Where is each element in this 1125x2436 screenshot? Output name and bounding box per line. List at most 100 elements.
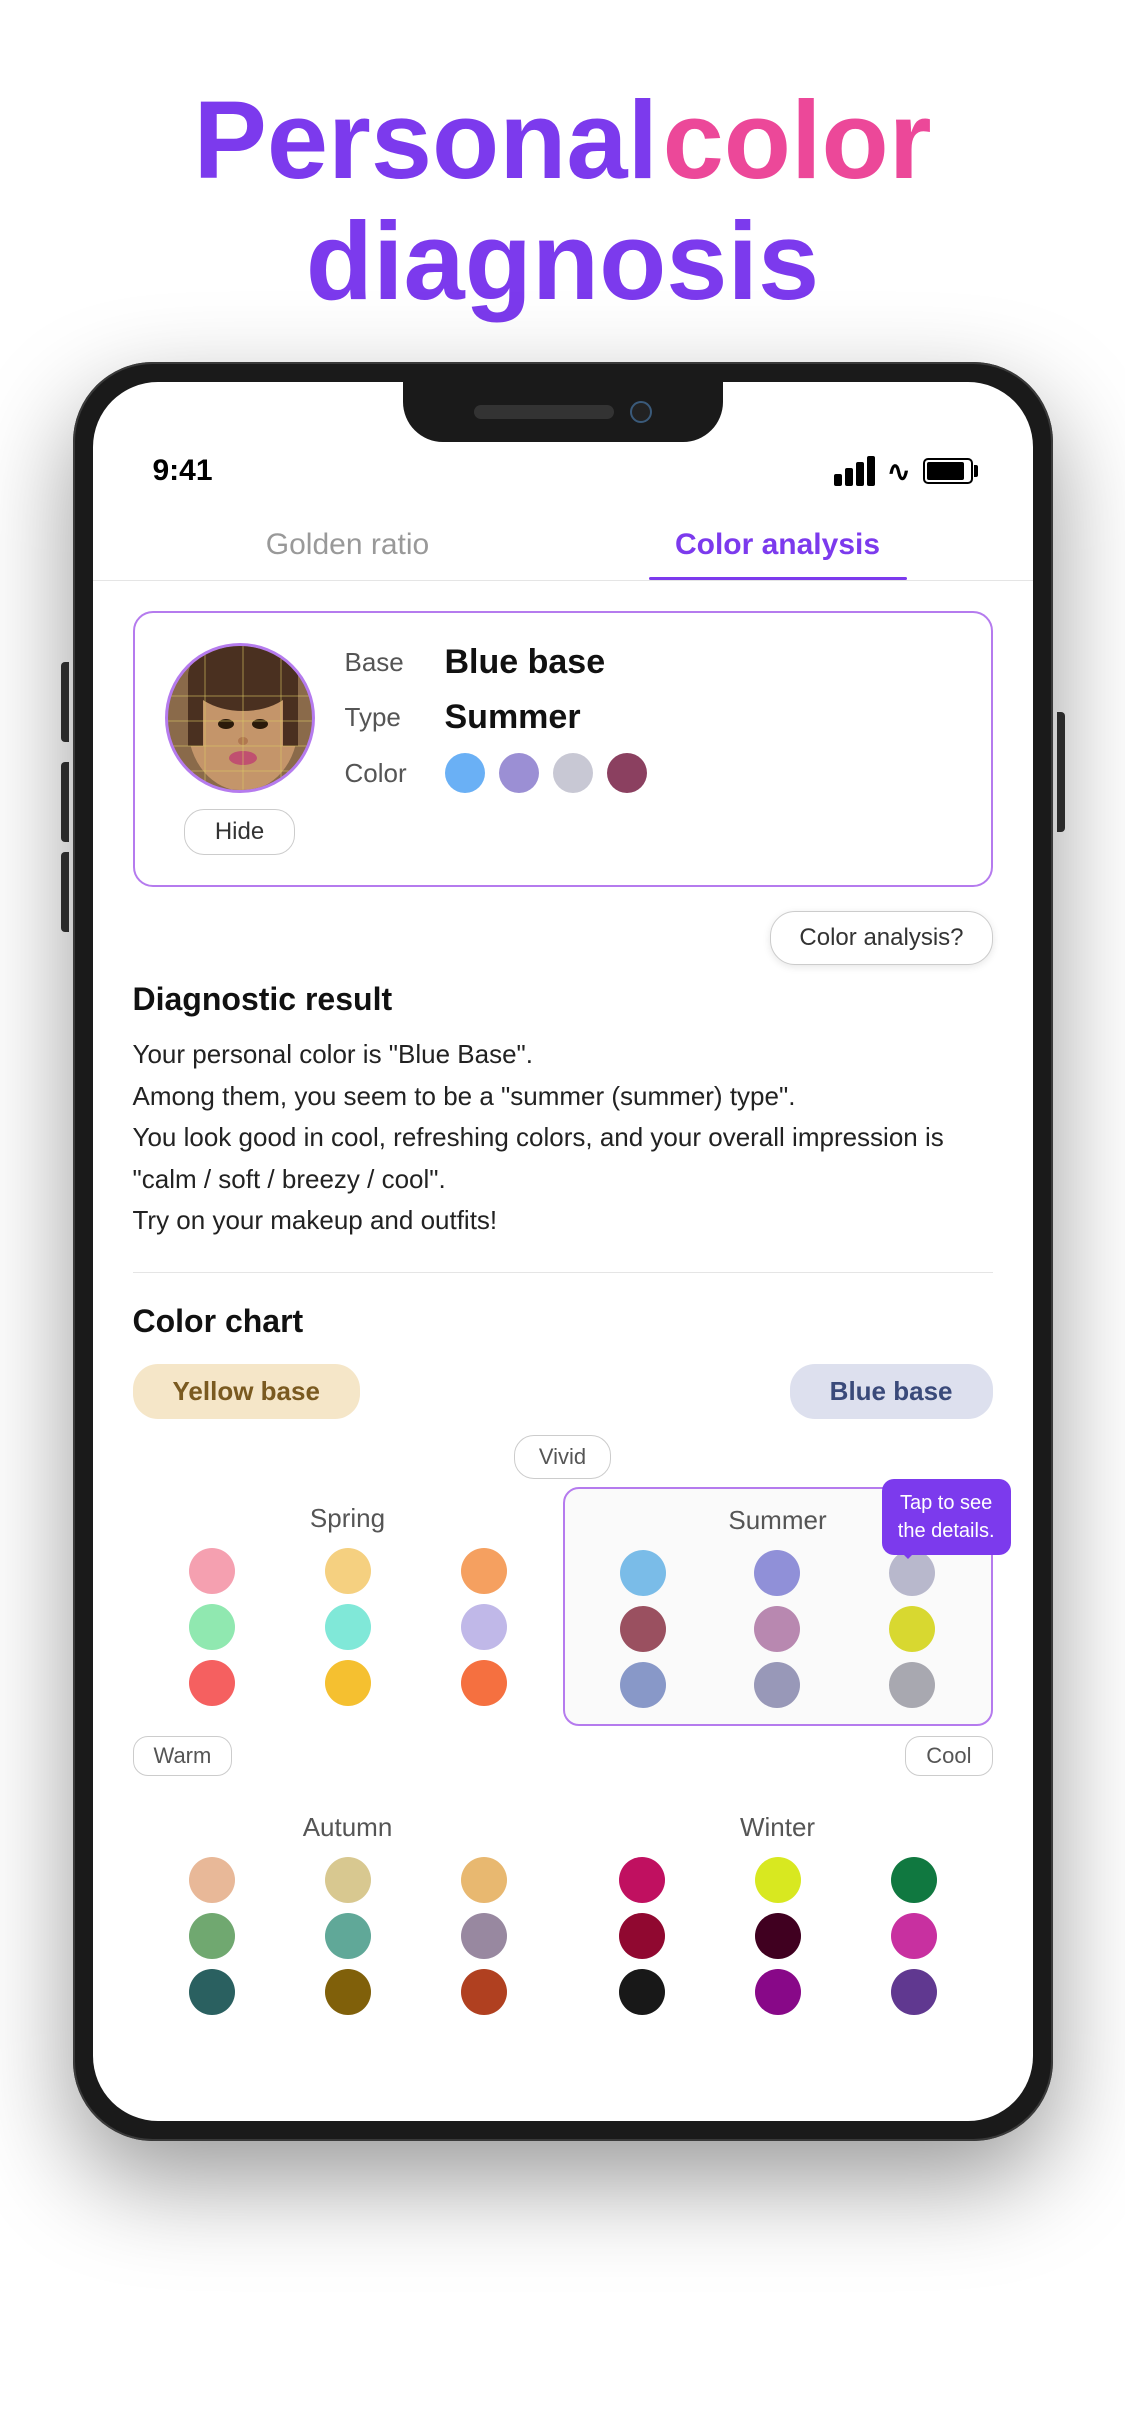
avatar-image (168, 646, 315, 793)
phone-frame: 9:41 ∿ Golden ratio (73, 362, 1053, 2141)
notch-camera (630, 401, 652, 423)
autumn-dot-2 (325, 1857, 371, 1903)
summer-dot-6 (889, 1606, 935, 1652)
summer-dot-4 (620, 1606, 666, 1652)
seasons-grid-2: Autumn (133, 1796, 993, 2031)
summer-dot-7 (620, 1662, 666, 1708)
summer-dot-8 (754, 1662, 800, 1708)
cool-label: Cool (905, 1736, 992, 1776)
info-row-color: Color (345, 753, 961, 793)
season-summer[interactable]: Tap to seethe details. Summer (563, 1487, 993, 1726)
page-header: Personal color diagnosis (0, 0, 1125, 362)
tab-color-analysis[interactable]: Color analysis (563, 508, 993, 580)
title-color: color (663, 79, 932, 202)
hide-button[interactable]: Hide (184, 809, 295, 855)
autumn-dot-5 (325, 1913, 371, 1959)
tap-tooltip: Tap to seethe details. (882, 1479, 1011, 1555)
status-time: 9:41 (153, 454, 213, 488)
summer-dot-5 (754, 1606, 800, 1652)
winter-name: Winter (579, 1812, 977, 1843)
signal-bars-icon (834, 456, 875, 486)
axis-row: Warm Cool (133, 1726, 993, 1786)
summer-dot-1 (620, 1550, 666, 1596)
spring-dot-8 (325, 1660, 371, 1706)
winter-dot-8 (755, 1969, 801, 2015)
winter-dot-4 (619, 1913, 665, 1959)
season-winter: Winter (563, 1796, 993, 2031)
season-autumn: Autumn (133, 1796, 563, 2031)
diagnostic-section-title: Diagnostic result (133, 981, 993, 1018)
info-row-base: Base Blue base (345, 643, 961, 682)
seasons-grid: Spring (133, 1487, 993, 1726)
vivid-wrapper: Vivid (133, 1435, 993, 1479)
autumn-dot-1 (189, 1857, 235, 1903)
type-label: Type (345, 702, 425, 733)
base-labels: Yellow base Blue base (133, 1364, 993, 1419)
color-dot-1 (445, 753, 485, 793)
spring-dot-2 (325, 1548, 371, 1594)
warm-label: Warm (133, 1736, 233, 1776)
tab-bar: Golden ratio Color analysis (93, 508, 1033, 581)
tab-golden-ratio[interactable]: Golden ratio (133, 508, 563, 580)
diagnostic-text: Your personal color is "Blue Base". Amon… (133, 1034, 993, 1242)
avatar-section: Hide (165, 643, 315, 855)
spring-dot-3 (461, 1548, 507, 1594)
base-label: Base (345, 647, 425, 678)
color-dot-2 (499, 753, 539, 793)
autumn-dot-4 (189, 1913, 235, 1959)
color-dots (445, 753, 647, 793)
winter-dot-5 (755, 1913, 801, 1959)
info-row-type: Type Summer (345, 698, 961, 737)
autumn-dot-6 (461, 1913, 507, 1959)
summer-dot-9 (889, 1662, 935, 1708)
winter-dot-6 (891, 1913, 937, 1959)
spring-dots (149, 1548, 547, 1706)
autumn-dot-3 (461, 1857, 507, 1903)
color-dot-3 (553, 753, 593, 793)
autumn-dot-7 (189, 1969, 235, 2015)
autumn-name: Autumn (149, 1812, 547, 1843)
notch (403, 382, 723, 442)
autumn-dots (149, 1857, 547, 2015)
autumn-dot-9 (461, 1969, 507, 2015)
winter-dot-7 (619, 1969, 665, 2015)
result-card: Hide Base Blue base Type Summer Color (133, 611, 993, 887)
spring-dot-6 (461, 1604, 507, 1650)
autumn-dot-8 (325, 1969, 371, 2015)
type-value: Summer (445, 698, 581, 737)
winter-dot-3 (891, 1857, 937, 1903)
screen-content: Hide Base Blue base Type Summer Color (93, 581, 1033, 2121)
season-spring: Spring (133, 1487, 563, 1726)
winter-dot-9 (891, 1969, 937, 2015)
divider (133, 1272, 993, 1273)
title-diagnosis: diagnosis (306, 200, 819, 323)
color-analysis-button[interactable]: Color analysis? (770, 911, 992, 965)
spring-dot-7 (189, 1660, 235, 1706)
avatar (165, 643, 315, 793)
color-dot-4 (607, 753, 647, 793)
winter-dots (579, 1857, 977, 2015)
base-value: Blue base (445, 643, 606, 682)
battery-icon (923, 458, 973, 484)
spring-dot-4 (189, 1604, 235, 1650)
vivid-label: Vivid (514, 1435, 611, 1479)
result-info: Base Blue base Type Summer Color (345, 643, 961, 809)
notch-speaker (474, 405, 614, 419)
summer-dot-2 (754, 1550, 800, 1596)
yellow-base-label: Yellow base (133, 1364, 360, 1419)
spring-name: Spring (149, 1503, 547, 1534)
blue-base-label: Blue base (790, 1364, 993, 1419)
title-personal: Personal (193, 79, 658, 202)
wifi-icon: ∿ (887, 455, 910, 488)
phone-wrapper: 9:41 ∿ Golden ratio (0, 362, 1125, 2141)
spring-dot-9 (461, 1660, 507, 1706)
color-chart-title: Color chart (133, 1303, 993, 1340)
spring-dot-5 (325, 1604, 371, 1650)
phone-screen: 9:41 ∿ Golden ratio (93, 382, 1033, 2121)
winter-dot-1 (619, 1857, 665, 1903)
spring-dot-1 (189, 1548, 235, 1594)
status-right: ∿ (834, 455, 972, 488)
analysis-btn-wrapper: Color analysis? (133, 911, 993, 965)
winter-dot-2 (755, 1857, 801, 1903)
color-label: Color (345, 758, 425, 789)
